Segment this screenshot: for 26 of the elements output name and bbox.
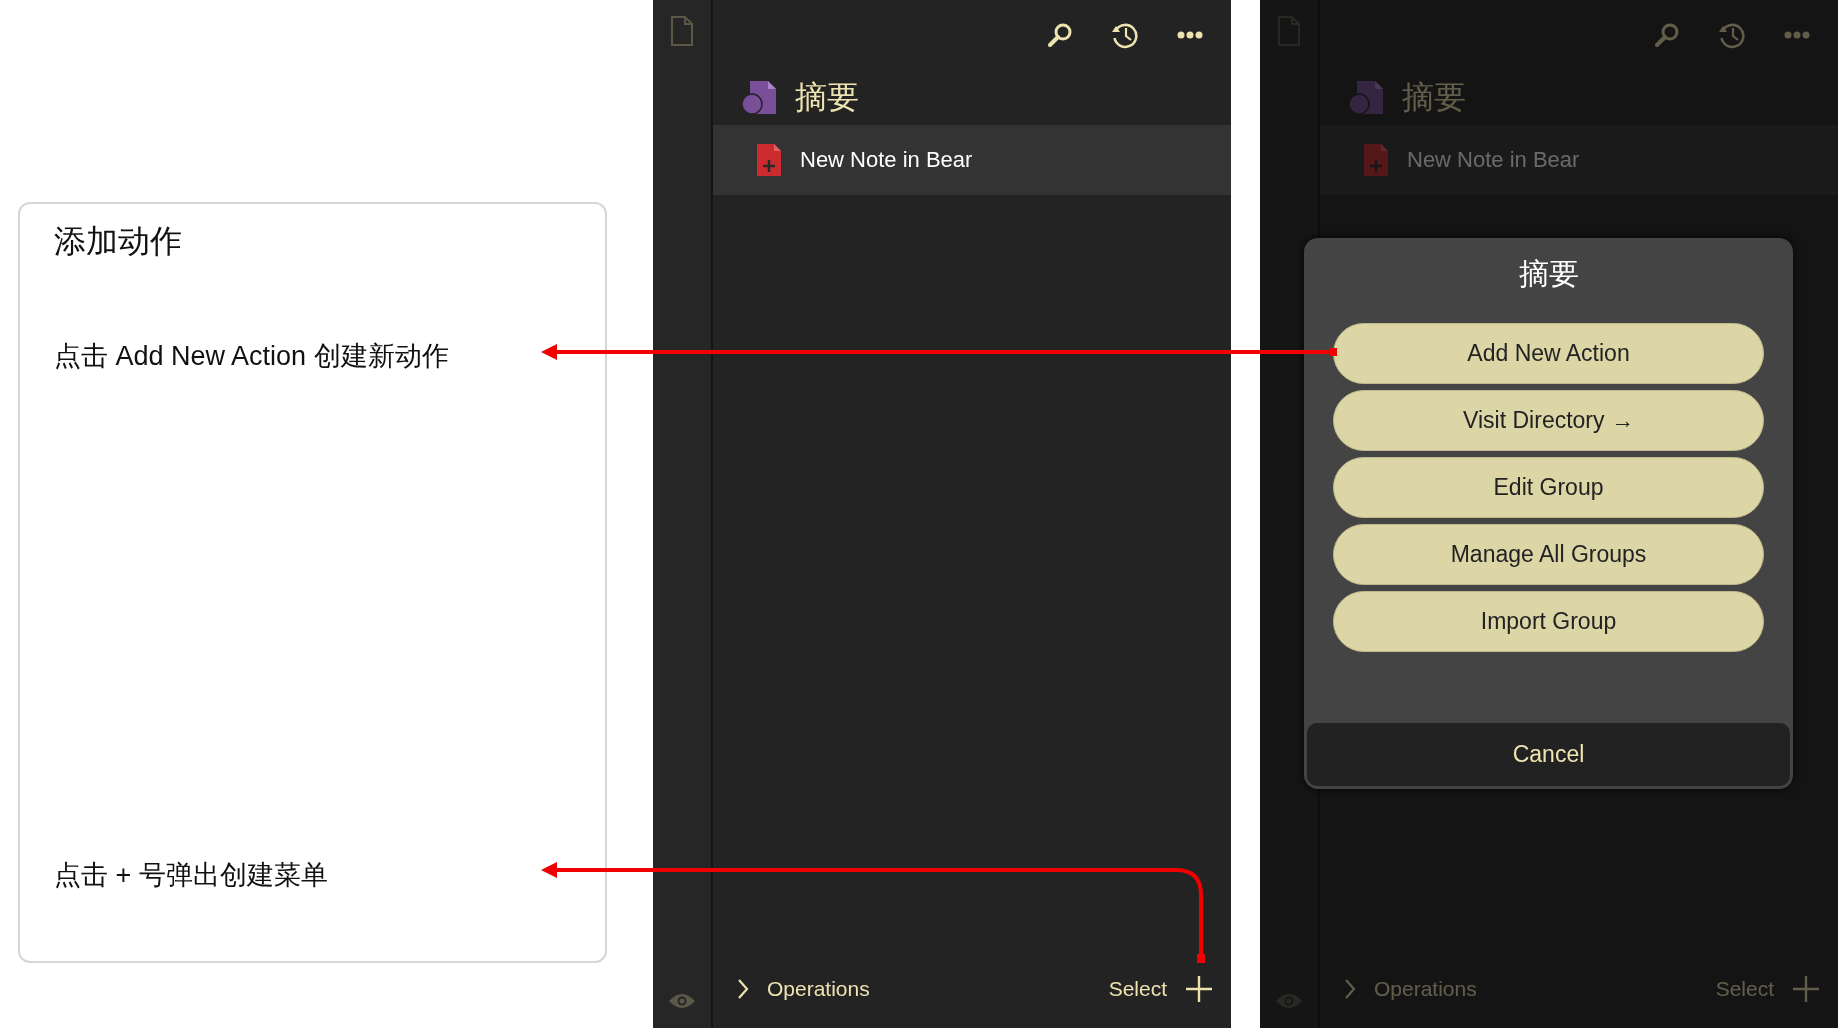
group-icon: [1349, 80, 1384, 115]
instruction-text: 点击 + 号弹出创建菜单: [54, 859, 328, 892]
search-icon[interactable]: [1047, 22, 1073, 48]
menu-option-button[interactable]: Add New Action: [1333, 323, 1764, 384]
breadcrumb-link[interactable]: Operations: [767, 977, 870, 1001]
note-title: 添加动作: [54, 222, 183, 261]
chevron-icon[interactable]: [737, 978, 749, 1000]
sheet-title: 摘要: [1517, 256, 1580, 292]
more-icon[interactable]: [1177, 31, 1203, 39]
eye-icon[interactable]: [668, 992, 696, 1010]
menu-option-button[interactable]: Import Group: [1333, 591, 1764, 652]
menu-option-button[interactable]: Edit Group: [1333, 457, 1764, 518]
history-icon[interactable]: [1111, 21, 1139, 49]
document-plus-icon: [756, 143, 782, 177]
group-title: 摘要: [795, 77, 859, 117]
menu-option-button[interactable]: Manage All Groups: [1333, 524, 1764, 585]
group-title: 摘要: [1402, 77, 1466, 117]
cancel-button[interactable]: Cancel: [1307, 723, 1790, 786]
plus-icon[interactable]: [1185, 975, 1213, 1003]
action-row[interactable]: New Note in Bear: [713, 125, 1231, 195]
instruction-text: 点击 Add New Action 创建新动作: [54, 340, 449, 373]
document-icon[interactable]: [670, 16, 694, 46]
menu-option-button[interactable]: Visit Directory →: [1333, 390, 1764, 451]
group-icon: [742, 80, 777, 115]
select-button[interactable]: Select: [1108, 977, 1167, 1001]
document-plus-icon: [1363, 143, 1389, 177]
